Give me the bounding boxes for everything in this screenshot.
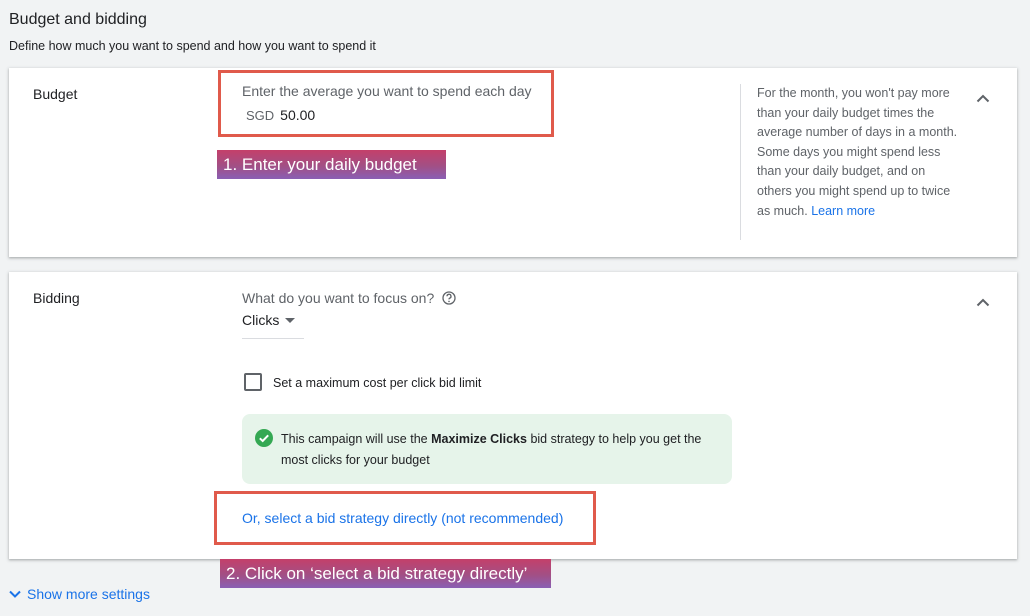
budget-help-text: For the month, you won't pay more than y… [757, 84, 963, 221]
help-divider [740, 84, 741, 240]
caret-down-icon [285, 318, 296, 323]
max-cpc-checkbox-label: Set a maximum cost per click bid limit [273, 376, 482, 390]
bidding-section-title: Bidding [33, 290, 80, 306]
collapse-bidding-button[interactable] [973, 292, 993, 312]
info-prefix: This campaign will use the [281, 432, 432, 446]
bidding-card: Bidding What do you want to focus on? Cl… [9, 272, 1017, 559]
chevron-up-icon [976, 94, 990, 102]
info-strategy-name: Maximize Clicks [431, 432, 527, 446]
budget-input[interactable]: SGD 50.00 [246, 107, 315, 123]
collapse-budget-button[interactable] [973, 88, 993, 108]
focus-dropdown-value: Clicks [242, 312, 280, 328]
learn-more-link[interactable]: Learn more [811, 204, 875, 218]
budget-card: Budget Enter the average you want to spe… [9, 68, 1017, 257]
budget-section-title: Budget [33, 86, 78, 102]
budget-field-label: Enter the average you want to spend each… [242, 83, 532, 99]
section-header: Budget and bidding Define how much you w… [9, 11, 376, 53]
focus-question-row: What do you want to focus on? [242, 290, 456, 306]
chevron-down-icon [9, 590, 21, 598]
select-bid-strategy-link[interactable]: Or, select a bid strategy directly (not … [242, 510, 563, 526]
focus-question-label: What do you want to focus on? [242, 290, 435, 306]
focus-dropdown[interactable]: Clicks [242, 312, 304, 339]
budget-help-body: For the month, you won't pay more than y… [757, 86, 958, 218]
currency-label: SGD [246, 108, 275, 123]
budget-amount: 50.00 [280, 107, 316, 123]
show-more-settings-button[interactable]: Show more settings [9, 586, 150, 602]
annotation-step-2: 2. Click on ‘select a bid strategy direc… [220, 559, 551, 588]
chevron-up-icon [976, 298, 990, 306]
strategy-info-box: This campaign will use the Maximize Clic… [242, 414, 732, 484]
section-title: Budget and bidding [9, 11, 147, 28]
annotation-step-1: 1. Enter your daily budget [217, 150, 446, 179]
strategy-info-text: This campaign will use the Maximize Clic… [281, 429, 721, 470]
max-cpc-checkbox[interactable] [244, 373, 262, 391]
help-icon[interactable] [442, 291, 456, 305]
check-circle-icon [255, 429, 273, 447]
section-subtitle: Define how much you want to spend and ho… [9, 39, 376, 53]
show-more-label: Show more settings [27, 586, 150, 602]
